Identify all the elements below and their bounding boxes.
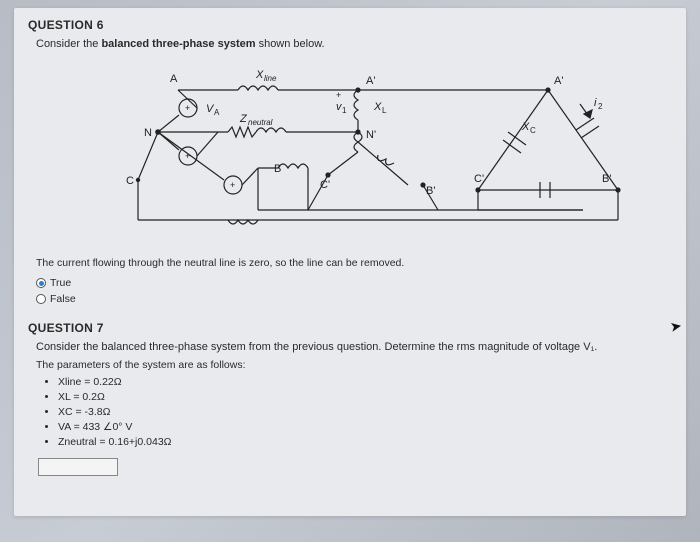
q6-prompt-pre: Consider the (36, 38, 101, 50)
param-xl: XL = 0.2Ω (58, 390, 672, 405)
svg-text:C': C' (474, 173, 484, 185)
svg-text:X: X (373, 101, 382, 113)
q6-prompt-post: shown below. (256, 38, 325, 50)
svg-text:A: A (214, 108, 220, 117)
option-label: False (50, 291, 76, 307)
q6-statement: The current flowing through the neutral … (36, 257, 672, 269)
svg-text:C': C' (320, 179, 330, 191)
svg-text:X: X (255, 69, 264, 81)
q7-prompt: Consider the balanced three-phase system… (36, 341, 672, 353)
radio-icon (36, 278, 46, 288)
question-sheet: QUESTION 6 Consider the balanced three-p… (14, 8, 686, 516)
svg-text:2: 2 (598, 102, 603, 111)
q7-parameter-list: Xline = 0.22Ω XL = 0.2Ω XC = -3.8Ω VA = … (58, 375, 672, 450)
svg-text:C: C (530, 126, 536, 135)
option-label: True (50, 275, 71, 291)
param-zneutral: Zneutral = 0.16+j0.043Ω (58, 435, 672, 450)
svg-text:line: line (264, 74, 277, 83)
svg-text:X: X (521, 121, 530, 133)
svg-text:i: i (594, 97, 597, 109)
radio-icon (36, 294, 46, 304)
answer-input[interactable] (38, 458, 118, 476)
q6-option-false[interactable]: False (36, 291, 672, 307)
svg-text:Z: Z (239, 113, 248, 125)
q6-prompt-bold: balanced three-phase system (101, 38, 255, 50)
q6-title: QUESTION 6 (28, 18, 672, 32)
svg-text:C: C (126, 175, 134, 187)
svg-text:+: + (230, 180, 235, 190)
svg-text:B': B' (602, 173, 611, 185)
svg-text:N': N' (366, 129, 376, 141)
svg-text:B: B (274, 163, 281, 175)
svg-text:A': A' (366, 75, 375, 87)
svg-text:N: N (144, 127, 152, 139)
svg-text:B': B' (426, 185, 435, 197)
param-xline: Xline = 0.22Ω (58, 375, 672, 390)
q6-prompt: Consider the balanced three-phase system… (36, 38, 672, 50)
svg-text:L: L (382, 106, 387, 115)
svg-text:+: + (336, 90, 341, 100)
q6-option-true[interactable]: True (36, 275, 672, 291)
svg-text:1: 1 (342, 106, 347, 115)
param-xc: XC = -3.8Ω (58, 405, 672, 420)
svg-text:+: + (185, 103, 190, 113)
q7-title: QUESTION 7 (28, 321, 672, 335)
svg-text:A': A' (554, 75, 563, 87)
svg-text:A: A (170, 73, 178, 85)
svg-text:neutral: neutral (248, 118, 273, 127)
q6-options: True False (36, 275, 672, 307)
param-va: VA = 433 ∠0° V (58, 420, 672, 435)
circuit-diagram: + + + (78, 60, 638, 240)
q7-sub: The parameters of the system are as foll… (36, 359, 672, 371)
